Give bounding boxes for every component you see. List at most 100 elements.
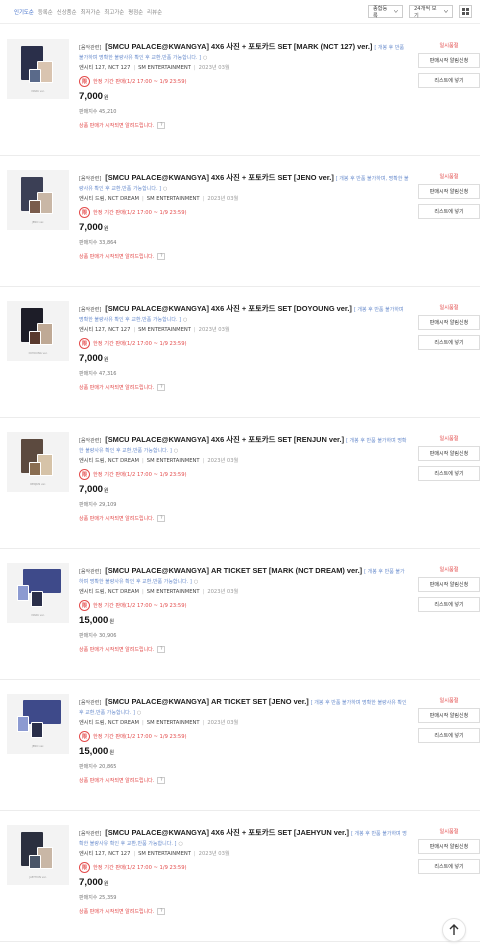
company-link[interactable]: SM ENTERTAINMENT (147, 589, 200, 595)
sale-alert-button[interactable]: 판매시작 알림신청 (418, 708, 480, 723)
product-thumbnail[interactable]: MARK ver. (7, 563, 69, 623)
sale-alert-button[interactable]: 판매시작 알림신청 (418, 577, 480, 592)
product-title-line: [음악관련] [SMCU PALACE@KWANGYA] 4X6 사진 + 포토… (79, 42, 409, 63)
question-icon[interactable]: ? (157, 515, 166, 522)
add-to-wishlist-button[interactable]: 리스트에 넣기 (418, 728, 480, 743)
speech-bubble-icon[interactable]: ○ (137, 710, 141, 716)
question-icon[interactable]: ? (157, 777, 166, 784)
sort-tab-registered[interactable]: 등록순 (38, 8, 57, 16)
product-info: [음악관련] [SMCU PALACE@KWANGYA] 4X6 사진 + 포토… (79, 435, 409, 522)
product-item: JENO ver. [음악관련] [SMCU PALACE@KWANGYA] 4… (0, 156, 480, 287)
sort-tab-popular[interactable]: 인기도순 (14, 8, 38, 16)
product-thumbnail[interactable]: MARK ver. (7, 39, 69, 99)
speech-bubble-icon[interactable]: ○ (203, 55, 207, 61)
product-title-link[interactable]: [SMCU PALACE@KWANGYA] AR TICKET SET [JEN… (105, 697, 309, 706)
product-title-link[interactable]: [SMCU PALACE@KWANGYA] 4X6 사진 + 포토카드 SET … (105, 42, 372, 51)
sale-notice-text: 상품 판매가 시작되면 알려드립니다. (79, 647, 155, 653)
company-link[interactable]: SM ENTERTAINMENT (138, 65, 191, 71)
product-title-link[interactable]: [SMCU PALACE@KWANGYA] 4X6 사진 + 포토카드 SET … (105, 173, 334, 182)
sort-tab-reviews[interactable]: 리뷰순 (147, 8, 166, 16)
product-thumbnail[interactable]: JAEHYUN ver. (7, 825, 69, 885)
sale-alert-button[interactable]: 판매시작 알림신청 (418, 839, 480, 854)
question-icon[interactable]: ? (157, 908, 166, 915)
add-to-wishlist-button[interactable]: 리스트에 넣기 (418, 73, 480, 88)
speech-bubble-icon[interactable]: ○ (183, 317, 187, 323)
question-icon[interactable]: ? (157, 646, 166, 653)
product-item: RENJUN ver. [음악관련] [SMCU PALACE@KWANGYA]… (0, 418, 480, 549)
sort-tab-lowest-price[interactable]: 최저가순 (81, 8, 105, 16)
grid-view-toggle[interactable] (459, 5, 472, 18)
company-link[interactable]: SM ENTERTAINMENT (147, 720, 200, 726)
thumbnail-caption: JAEHYUN ver. (29, 876, 47, 879)
scroll-to-top-button[interactable] (442, 918, 466, 942)
sale-notice: 상품 판매가 시작되면 알려드립니다. ? (79, 253, 409, 260)
add-to-wishlist-button[interactable]: 리스트에 넣기 (418, 597, 480, 612)
company-link[interactable]: SM ENTERTAINMENT (147, 458, 200, 464)
question-icon[interactable]: ? (157, 253, 166, 260)
count-select[interactable]: 24개씩 보기 (409, 5, 453, 19)
product-thumbnail[interactable]: RENJUN ver. (7, 432, 69, 492)
add-to-wishlist-button[interactable]: 리스트에 넣기 (418, 859, 480, 874)
sale-notice-text: 상품 판매가 시작되면 알려드립니다. (79, 778, 155, 784)
product-meta: 엔시티 드림, NCT DREAM | SM ENTERTAINMENT | 2023년… (79, 457, 409, 466)
product-title-link[interactable]: [SMCU PALACE@KWANGYA] 4X6 사진 + 포토카드 SET … (105, 435, 344, 444)
product-actions: 일시품절 판매시작 알림신청 리스트에 넣기 (418, 301, 480, 355)
sale-alert-button[interactable]: 판매시작 알림신청 (418, 53, 480, 68)
sort-tab-newest[interactable]: 신상품순 (57, 8, 81, 16)
question-icon[interactable]: ? (157, 122, 166, 129)
artist-link[interactable]: 엔시티 127, NCT 127 (79, 65, 130, 71)
product-title-line: [음악관련] [SMCU PALACE@KWANGYA] AR TICKET S… (79, 697, 409, 718)
meta-divider: | (133, 851, 136, 857)
speech-bubble-icon[interactable]: ○ (174, 448, 178, 454)
product-title-link[interactable]: [SMCU PALACE@KWANGYA] 4X6 사진 + 포토카드 SET … (105, 828, 349, 837)
product-title-line: [음악관련] [SMCU PALACE@KWANGYA] 4X6 사진 + 포토… (79, 304, 409, 325)
sort-tabs: 인기도순 등록순 신상품순 최저가순 최고가순 평점순 리뷰순 (14, 8, 368, 16)
sale-alert-button[interactable]: 판매시작 알림신청 (418, 315, 480, 330)
limited-sale-badge: 限 한정 기간 판매(1/2 17:00 ~ 1/9 23:59) (79, 76, 409, 87)
company-link[interactable]: SM ENTERTAINMENT (138, 851, 191, 857)
add-to-wishlist-button[interactable]: 리스트에 넣기 (418, 466, 480, 481)
stock-status: 일시품절 (439, 829, 459, 835)
sales-index: 판매지수 20,865 (79, 764, 117, 770)
product-price: 7,000원 (79, 877, 409, 888)
price-currency: 원 (104, 881, 109, 887)
company-link[interactable]: SM ENTERTAINMENT (138, 327, 191, 333)
product-title-link[interactable]: [SMCU PALACE@KWANGYA] AR TICKET SET [MAR… (105, 566, 362, 575)
artist-link[interactable]: 엔시티 127, NCT 127 (79, 327, 130, 333)
sort-select[interactable]: 종합등록 (368, 5, 403, 19)
product-thumbnail[interactable]: JENO ver. (7, 170, 69, 230)
add-to-wishlist-button[interactable]: 리스트에 넣기 (418, 204, 480, 219)
question-icon[interactable]: ? (157, 384, 166, 391)
sale-alert-button[interactable]: 판매시작 알림신청 (418, 446, 480, 461)
sort-tab-highest-price[interactable]: 최고가순 (104, 8, 128, 16)
count-select-value: 24개씩 보기 (414, 5, 437, 19)
sale-alert-button[interactable]: 판매시작 알림신청 (418, 184, 480, 199)
sort-tab-rating[interactable]: 평점순 (128, 8, 147, 16)
add-to-wishlist-button[interactable]: 리스트에 넣기 (418, 335, 480, 350)
price-value: 15,000 (79, 615, 109, 626)
limited-sale-period: 한정 기간 판매(1/2 17:00 ~ 1/9 23:59) (93, 210, 187, 216)
photocard-image (31, 591, 43, 607)
artist-link[interactable]: 엔시티 드림, NCT DREAM (79, 196, 139, 202)
arrow-up-icon (449, 924, 459, 935)
product-thumbnail[interactable]: DOYOUNG ver. (7, 301, 69, 361)
category-tag: [음악관련] (79, 438, 102, 444)
artist-link[interactable]: 엔시티 드림, NCT DREAM (79, 720, 139, 726)
price-currency: 원 (104, 357, 109, 363)
speech-bubble-icon[interactable]: ○ (163, 186, 167, 192)
artist-link[interactable]: 엔시티 드림, NCT DREAM (79, 458, 139, 464)
speech-bubble-icon[interactable]: ○ (178, 841, 182, 847)
limited-icon: 限 (79, 600, 90, 611)
price-currency: 원 (104, 95, 109, 101)
product-title-link[interactable]: [SMCU PALACE@KWANGYA] 4X6 사진 + 포토카드 SET … (105, 304, 352, 313)
speech-bubble-icon[interactable]: ○ (194, 579, 198, 585)
product-price: 7,000원 (79, 353, 409, 364)
company-link[interactable]: SM ENTERTAINMENT (147, 196, 200, 202)
photocard-image (29, 855, 41, 869)
stock-status: 일시품절 (439, 305, 459, 311)
price-value: 7,000 (79, 484, 104, 495)
sort-bar: 인기도순 등록순 신상품순 최저가순 최고가순 평점순 리뷰순 종합등록 24개… (0, 0, 480, 24)
product-thumbnail[interactable]: JENO ver. (7, 694, 69, 754)
artist-link[interactable]: 엔시티 드림, NCT DREAM (79, 589, 139, 595)
artist-link[interactable]: 엔시티 127, NCT 127 (79, 851, 130, 857)
